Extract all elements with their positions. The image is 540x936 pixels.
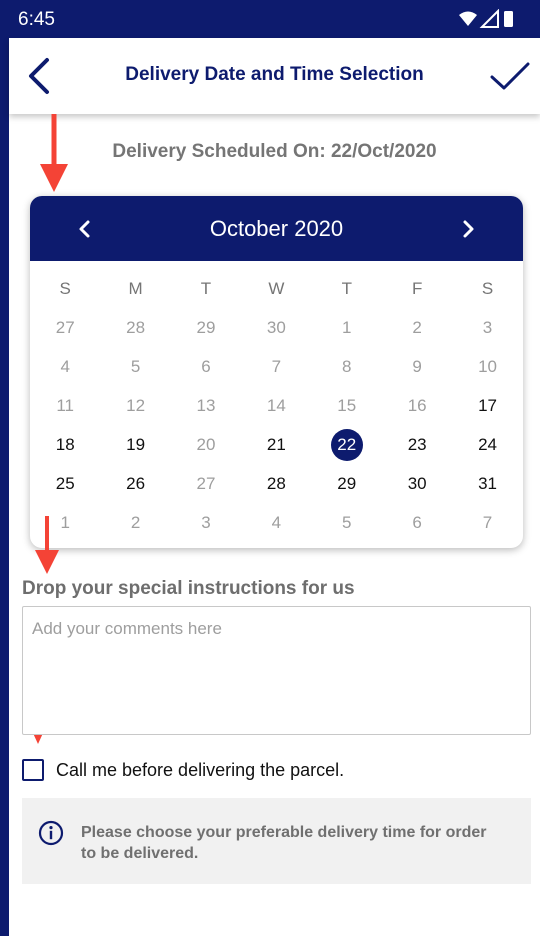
calendar-day[interactable]: 19 (100, 425, 170, 464)
calendar-day: 1 (342, 318, 352, 337)
calendar-week-row: 11 12 13 14 15 16 17 (30, 386, 523, 425)
weekday-label: F (411, 279, 423, 298)
calendar-day[interactable]: 17 (452, 386, 522, 425)
calendar-day: 27 (196, 474, 216, 493)
page-title: Delivery Date and Time Selection (125, 64, 424, 85)
calendar-day: 30 (266, 318, 286, 337)
info-icon (38, 820, 64, 846)
calendar-day: 12 (126, 396, 146, 415)
calendar-week-row: 1 2 3 4 5 6 7 (30, 503, 523, 542)
selected-day-label: 22 (337, 435, 357, 454)
calendar-day: 6 (201, 357, 211, 376)
weekday-label: M (128, 279, 143, 298)
chevron-left-icon[interactable] (70, 214, 100, 244)
back-arrow-icon[interactable] (19, 54, 63, 98)
calendar-day: 2 (412, 318, 422, 337)
calendar-week-row: 27 28 29 30 1 2 3 (30, 308, 523, 347)
calendar-day[interactable]: 30 (382, 464, 452, 503)
calendar-day: 13 (196, 396, 216, 415)
status-bar: 6:45 (0, 0, 540, 38)
calendar-day: 16 (407, 396, 427, 415)
info-banner: Please choose your preferable delivery t… (22, 798, 531, 884)
calendar-day: 14 (266, 396, 286, 415)
calendar-day[interactable]: 24 (452, 425, 522, 464)
wifi-icon (459, 11, 477, 26)
calendar-day: 7 (482, 513, 493, 532)
checkmark-icon[interactable] (488, 54, 532, 98)
calendar-day: 11 (56, 396, 75, 415)
calendar-day: 10 (478, 357, 497, 376)
calendar-day: 3 (201, 513, 211, 532)
calendar-day[interactable]: 23 (382, 425, 452, 464)
calendar-day: 4 (60, 357, 70, 376)
calendar-day: 15 (337, 396, 357, 415)
calendar-day[interactable]: 18 (30, 425, 100, 464)
calendar-day: 4 (271, 513, 282, 532)
calendar-day[interactable]: 29 (312, 464, 382, 503)
weekday-label: S (481, 279, 494, 298)
calendar-day: 6 (412, 513, 422, 532)
calendar-day: 7 (271, 357, 282, 376)
battery-icon (504, 11, 513, 27)
weekday-label: T (200, 279, 212, 298)
call-before-delivery-label: Call me before delivering the parcel. (56, 760, 345, 780)
calendar-week-row: 18 19 20 21 22 23 24 (30, 425, 523, 464)
calendar-month-label: October 2020 (209, 216, 344, 241)
calendar-day: 28 (126, 318, 146, 337)
calendar-day: 20 (196, 435, 216, 454)
calendar-day: 5 (130, 357, 141, 376)
calendar-day[interactable]: 28 (241, 464, 311, 503)
weekday-label: S (59, 279, 71, 298)
weekday-label: T (341, 279, 352, 298)
call-before-delivery-option[interactable]: Call me before delivering the parcel. (22, 757, 492, 783)
status-icons (459, 9, 513, 28)
calendar-header: October 2020 (30, 196, 523, 261)
calendar-grid: S M T W T F S 27 28 29 30 1 2 3 4 5 6 7 8 9 10 11 12 13 14 15 16 17… (30, 269, 523, 542)
cell-signal-icon (479, 9, 499, 28)
calendar-day: 3 (482, 318, 493, 337)
weekday-label: W (268, 279, 285, 298)
call-before-delivery-checkbox[interactable] (22, 759, 44, 781)
calendar-day[interactable]: 31 (452, 464, 522, 503)
app-bar: Delivery Date and Time Selection (9, 38, 540, 114)
calendar-day: 2 (130, 513, 141, 532)
chevron-right-icon[interactable] (453, 214, 483, 244)
calendar-week-row: 4 5 6 7 8 9 10 (30, 347, 523, 386)
calendar-day[interactable]: 26 (100, 464, 170, 503)
calendar-day: 8 (342, 357, 352, 376)
calendar-day[interactable]: 21 (241, 425, 311, 464)
calendar: October 2020 S M T W T F S 27 28 29 30 1 2 3 4 5 6 7 8 9 10 1… (30, 196, 523, 548)
calendar-day: 27 (55, 318, 75, 337)
calendar-day[interactable]: 25 (30, 464, 100, 503)
calendar-week-row: 25 26 27 28 29 30 31 (30, 464, 523, 503)
info-text: Please choose your preferable delivery t… (81, 824, 487, 862)
comments-input[interactable] (22, 606, 531, 735)
calendar-day: 29 (196, 318, 216, 337)
calendar-day: 1 (60, 513, 70, 532)
instructions-label: Drop your special instructions for us (22, 578, 355, 599)
status-time: 6:45 (18, 9, 55, 30)
calendar-day-selected[interactable]: 22 (312, 425, 382, 464)
weekday-header-row: SMTWTFS (30, 269, 523, 308)
calendar-day: 5 (342, 513, 352, 532)
delivery-scheduled-label: Delivery Scheduled On: 22/Oct/2020 (112, 141, 437, 162)
calendar-day: 9 (412, 357, 422, 376)
